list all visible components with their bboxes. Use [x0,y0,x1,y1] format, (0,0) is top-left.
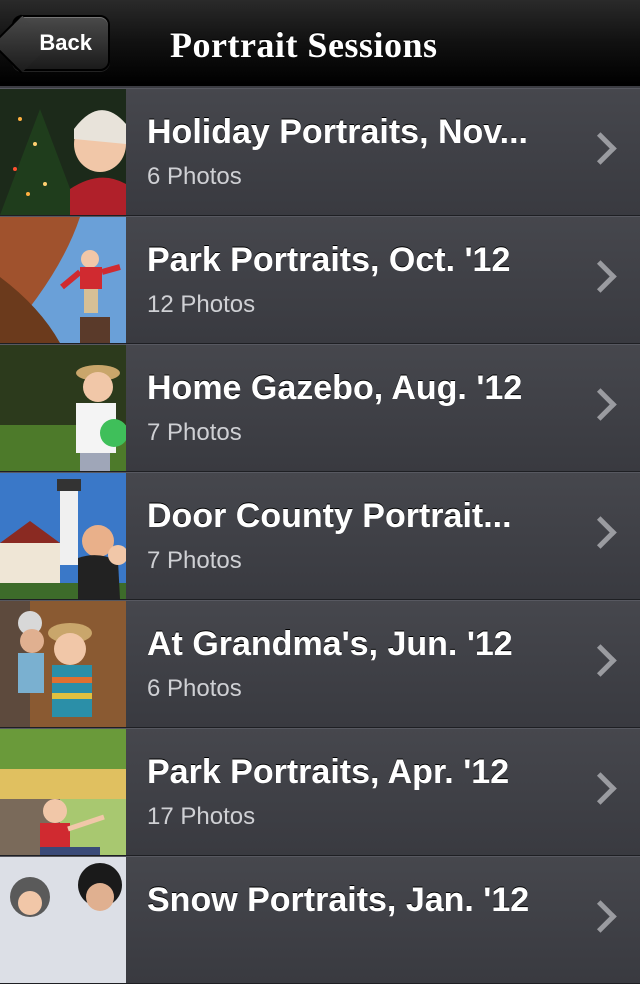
session-row[interactable]: Park Portraits, Oct. '12 12 Photos [0,216,640,344]
session-thumbnail [0,857,126,983]
session-list: Holiday Portraits, Nov... 6 Photos Park … [0,88,640,984]
session-row[interactable]: Door County Portrait... 7 Photos [0,472,640,600]
chevron-right-icon [584,260,617,293]
photo-count: 12 Photos [147,291,256,318]
chevron-right-icon [584,900,617,933]
session-thumbnail [0,345,126,471]
session-row[interactable]: Holiday Portraits, Nov... 6 Photos [0,88,640,216]
chevron-right-icon [584,132,617,165]
chevron-right-icon [584,772,617,805]
nav-bar: Back Portrait Sessions [0,0,640,86]
session-title: Holiday Portraits, Nov... [147,113,529,151]
session-title: Snow Portraits, Jan. '12 [147,881,530,919]
session-row[interactable]: Park Portraits, Apr. '12 17 Photos [0,728,640,856]
session-title: Park Portraits, Apr. '12 [147,753,510,791]
photo-count: 7 Photos [147,419,242,446]
session-thumbnail [0,601,126,727]
chevron-right-icon [584,388,617,421]
session-thumbnail [0,473,126,599]
photo-count: 6 Photos [147,675,242,702]
photo-count: 7 Photos [147,547,242,574]
session-thumbnail [0,89,126,215]
back-button-label: Back [39,30,92,55]
chevron-right-icon [584,516,617,549]
session-title: Home Gazebo, Aug. '12 [147,369,523,407]
session-thumbnail [0,217,126,343]
session-title: Park Portraits, Oct. '12 [147,241,511,279]
session-title: At Grandma's, Jun. '12 [147,625,513,663]
session-title: Door County Portrait... [147,497,512,535]
photo-count: 6 Photos [147,163,242,190]
session-row[interactable]: At Grandma's, Jun. '12 6 Photos [0,600,640,728]
chevron-right-icon [584,644,617,677]
back-button[interactable]: Back [0,14,110,74]
photo-count: 17 Photos [147,803,256,830]
session-row[interactable]: Home Gazebo, Aug. '12 7 Photos [0,344,640,472]
page-title: Portrait Sessions [170,25,438,65]
session-thumbnail [0,729,126,855]
session-row[interactable]: Snow Portraits, Jan. '12 [0,856,640,984]
